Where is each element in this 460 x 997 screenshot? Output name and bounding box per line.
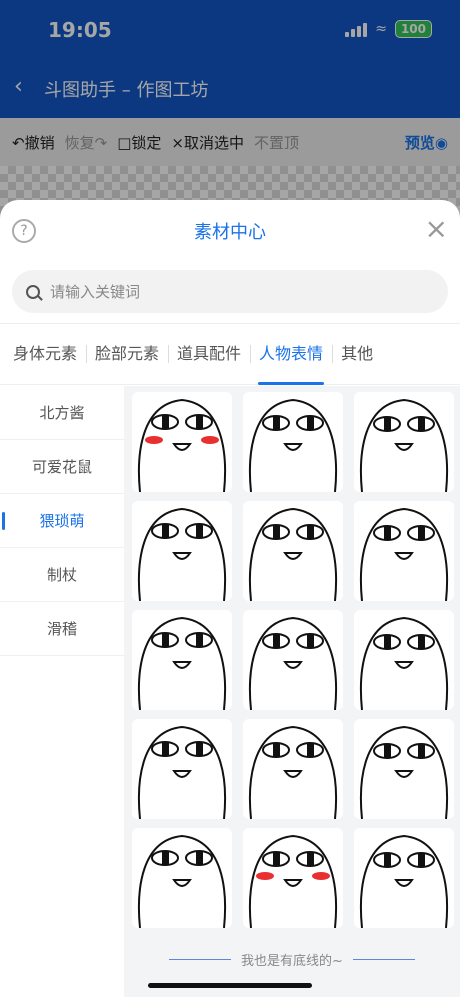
sidebar-item-zhizhang[interactable]: 制杖 (0, 548, 124, 602)
annoyed-sticker[interactable] (354, 719, 454, 819)
singing-sticker[interactable] (132, 610, 232, 710)
search-box[interactable] (12, 270, 448, 313)
shy-thinking-sticker[interactable] (354, 501, 454, 601)
sidebar-item-huaji[interactable]: 滑稽 (0, 602, 124, 656)
sidebar-item-beifangjiang[interactable]: 北方酱 (0, 386, 124, 440)
tab-body-elements[interactable]: 身体元素 (4, 323, 86, 385)
thumbs-up-sticker[interactable] (354, 828, 454, 928)
sticker-grid (132, 392, 454, 928)
tab-other[interactable]: 其他 (332, 323, 382, 385)
smoking-sticker[interactable] (132, 828, 232, 928)
crying-sticker[interactable] (243, 719, 343, 819)
smile-sticker[interactable] (354, 610, 454, 710)
tab-character-expressions[interactable]: 人物表情 (250, 323, 332, 385)
sheepish-sticker[interactable] (132, 719, 232, 819)
close-icon[interactable]: × (425, 214, 448, 244)
home-indicator (148, 983, 312, 988)
divider-left (169, 959, 232, 960)
search-input[interactable] (50, 282, 410, 301)
sidebar-item-weisuomeng[interactable]: 猥琐萌 (0, 494, 124, 548)
peace-sign-sticker[interactable] (243, 392, 343, 492)
angry-shake-sticker[interactable] (354, 392, 454, 492)
tab-props[interactable]: 道具配件 (168, 323, 250, 385)
sheet-header: ? 素材中心 × (0, 200, 460, 262)
sheet-title: 素材中心 (194, 222, 266, 243)
tab-face-elements[interactable]: 脸部元素 (86, 323, 168, 385)
sticker-grid-panel (124, 386, 460, 997)
smirk-sticker[interactable] (132, 501, 232, 601)
search-icon (26, 284, 40, 299)
sidebar-item-cute-chipmunk[interactable]: 可爱花鼠 (0, 440, 124, 494)
red-cheeks-sticker[interactable] (243, 828, 343, 928)
material-center-sheet: ? 素材中心 × 身体元素 脸部元素 道具配件 人物表情 其他 北方酱 可爱花鼠… (0, 200, 460, 997)
blush-hand-sticker[interactable] (132, 392, 232, 492)
sticker-pack-list: 北方酱 可爱花鼠 猥琐萌 制杖 滑稽 (0, 386, 124, 997)
end-of-list-note: 我也是有底线的~ (124, 950, 460, 969)
derp-eyes-sticker[interactable] (243, 610, 343, 710)
spread-arms-sticker[interactable] (243, 501, 343, 601)
end-of-list-text: 我也是有底线的~ (241, 954, 343, 969)
category-tabs: 身体元素 脸部元素 道具配件 人物表情 其他 (0, 323, 460, 385)
divider-right (352, 959, 415, 960)
